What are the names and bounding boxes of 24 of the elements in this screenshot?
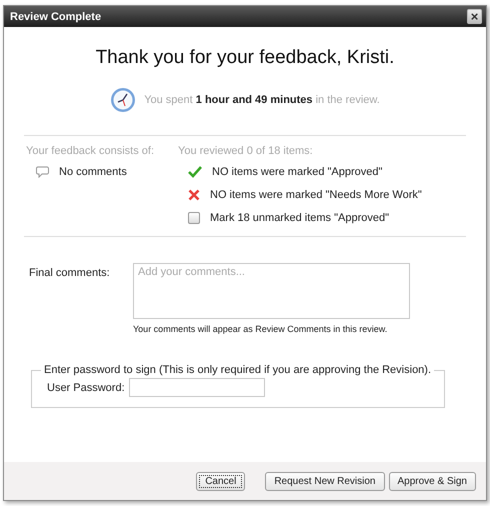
- cross-icon: [188, 189, 200, 201]
- review-summary-item: NO items were marked "Approved": [212, 166, 382, 178]
- review-summary-item: Mark 18 unmarked items "Approved": [210, 212, 389, 224]
- speech-bubble-icon: [36, 166, 49, 178]
- dialog-button[interactable]: Request New Revision: [265, 472, 384, 490]
- final-comments-label: Final comments:: [29, 266, 111, 281]
- clock-icon: [110, 87, 136, 113]
- comments-note: Your comments will appear as Review Comments in this review.: [133, 324, 388, 334]
- feedback-label: Your feedback consists of:: [26, 145, 156, 157]
- signature-legend: Enter password to sign (This is only required if you are approving the Revision).: [41, 364, 434, 376]
- reviewed-label: You reviewed 0 of 18 items:: [178, 145, 314, 157]
- thank-you-heading: Thank you for your feedback, Kristi.: [94, 47, 396, 69]
- checkbox[interactable]: [188, 212, 200, 224]
- dialog-button[interactable]: Approve & Sign: [388, 472, 476, 490]
- password-label: User Password:: [47, 382, 125, 394]
- time-spent-text: You spent 1 hour and 49 minutes in the review.: [144, 94, 380, 106]
- comments-field[interactable]: Add your comments...: [133, 263, 410, 319]
- feedback-item: No comments: [59, 166, 127, 178]
- password-field[interactable]: [128, 378, 265, 397]
- check-icon: [188, 166, 202, 178]
- close-button[interactable]: ×: [467, 9, 482, 24]
- dialog-button[interactable]: Cancel: [196, 472, 246, 490]
- window-title: Review Complete: [10, 10, 102, 22]
- review-summary-item: NO items were marked "Needs More Work": [210, 189, 422, 201]
